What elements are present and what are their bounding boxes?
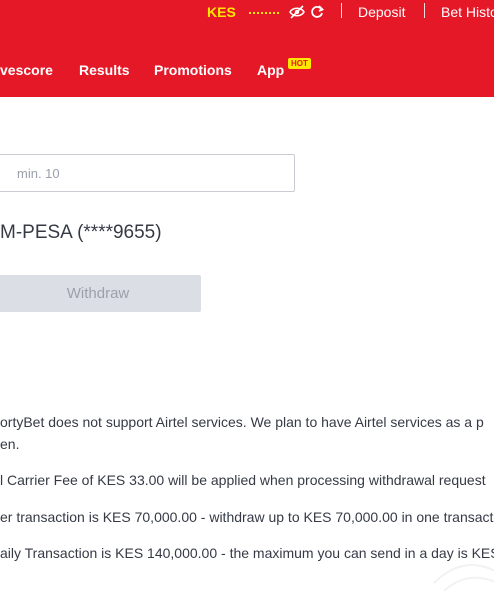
bet-history-link[interactable]: Bet Histo [441, 4, 494, 20]
separator [424, 3, 425, 18]
hot-badge: HOT [288, 58, 311, 69]
note-max-per-transaction: er transaction is KES 70,000.00 - withdr… [0, 509, 494, 525]
site-header: KES Deposit Bet Histo vescore Results Pr… [0, 0, 494, 97]
eye-slash-icon[interactable] [289, 5, 305, 19]
nav-promotions[interactable]: Promotions [154, 62, 232, 78]
note-carrier-fee: l Carrier Fee of KES 33.00 will be appli… [0, 472, 486, 488]
note-airtel: ortyBet does not support Airtel services… [0, 414, 484, 430]
amount-input[interactable] [0, 154, 295, 192]
nav-app[interactable]: App [257, 62, 284, 78]
note-daily-limit: aily Transaction is KES 140,000.00 - the… [0, 545, 494, 561]
background-pattern [433, 564, 494, 592]
hidden-balance [249, 12, 279, 16]
separator [341, 3, 342, 18]
nav-livescore[interactable]: vescore [0, 62, 53, 78]
top-bar: KES Deposit Bet Histo [0, 0, 494, 24]
refresh-icon[interactable] [310, 5, 324, 19]
currency-label: KES [207, 4, 236, 20]
withdraw-account: M-PESA (****9655) [0, 222, 162, 243]
note-airtel-cont: en. [0, 436, 20, 452]
deposit-link[interactable]: Deposit [358, 4, 405, 20]
main-nav: vescore Results Promotions App HOT [0, 58, 494, 82]
nav-results[interactable]: Results [79, 62, 130, 78]
withdraw-button[interactable]: Withdraw [0, 275, 201, 312]
